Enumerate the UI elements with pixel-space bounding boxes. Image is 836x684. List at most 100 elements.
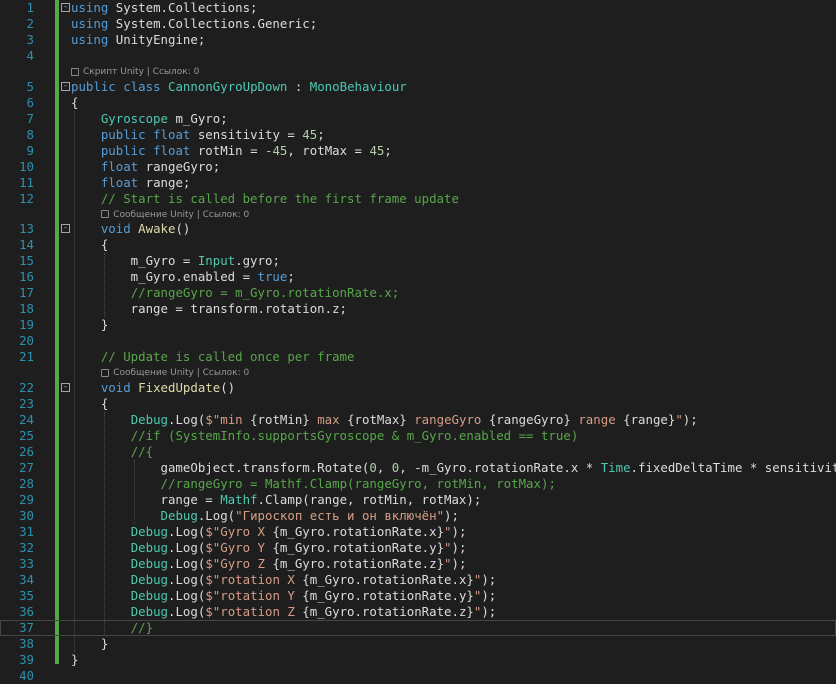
- code-line[interactable]: 11 float range;: [0, 175, 836, 191]
- codelens-hint[interactable]: Скрипт Unity | Ссылок: 0: [71, 65, 199, 79]
- code-text: }: [71, 652, 78, 668]
- code-token: {m_Gyro.rotationRate.x}: [272, 523, 445, 539]
- code-line[interactable]: 15 m_Gyro = Input.gyro;: [0, 253, 836, 269]
- code-line[interactable]: 4: [0, 48, 836, 64]
- code-token: using: [71, 32, 109, 47]
- code-token: Gyroscope: [100, 110, 168, 126]
- code-line[interactable]: 9 public float rotMin = -45, rotMax = 45…: [0, 143, 836, 159]
- code-token: sensitivity =: [190, 126, 303, 142]
- fold-toggle-icon[interactable]: -: [61, 224, 70, 233]
- code-line[interactable]: 37 //}: [0, 619, 836, 636]
- fold-toggle-icon[interactable]: -: [61, 382, 70, 392]
- code-line[interactable]: 39}: [0, 652, 836, 668]
- code-line[interactable]: 27 gameObject.transform.Rotate(0, 0, -m_…: [0, 460, 836, 476]
- code-token: Debug: [130, 587, 168, 603]
- code-token: {range}: [623, 411, 676, 427]
- code-line[interactable]: 3 using UnityEngine;: [0, 32, 836, 48]
- code-line[interactable]: 20: [0, 333, 836, 349]
- code-token: float: [100, 174, 139, 190]
- code-line[interactable]: 12 // Start is called before the first f…: [0, 191, 836, 207]
- fold-toggle-icon[interactable]: -: [61, 3, 70, 12]
- code-line[interactable]: 7 Gyroscope m_Gyro;: [0, 111, 836, 127]
- code-text: Debug.Log($"rotation Z {m_Gyro.rotationR…: [71, 603, 497, 620]
- code-token: void: [100, 221, 131, 236]
- code-line[interactable]: 16 m_Gyro.enabled = true;: [0, 269, 836, 285]
- code-token: .Log(: [197, 507, 236, 523]
- code-token: Debug: [130, 523, 168, 539]
- code-line[interactable]: 24 Debug.Log($"min {rotMin} max {rotMax}…: [0, 412, 836, 428]
- code-line[interactable]: 31 Debug.Log($"Gyro X {m_Gyro.rotationRa…: [0, 524, 836, 540]
- code-line[interactable]: 17 //rangeGyro = m_Gyro.rotationRate.x;: [0, 285, 836, 301]
- code-line[interactable]: 13 - void Awake(): [0, 221, 836, 237]
- code-token: Awake: [138, 221, 176, 236]
- code-line[interactable]: 8 public float sensitivity = 45;: [0, 127, 836, 143]
- codelens-text: Скрипт Unity | Ссылок: 0: [83, 67, 200, 77]
- indent-guide: [134, 459, 136, 524]
- code-editor[interactable]: 1- using System.Collections; 2 using System…: [0, 0, 836, 683]
- code-line[interactable]: 34 Debug.Log($"rotation X {m_Gyro.rotati…: [0, 572, 836, 588]
- code-token: rangeGyro: [406, 411, 489, 427]
- code-line[interactable]: 32 Debug.Log($"Gyro Y {m_Gyro.rotationRa…: [0, 540, 836, 556]
- code-text: float range;: [71, 174, 191, 191]
- code-token: $"rotation Z: [205, 603, 303, 619]
- code-line[interactable]: 18 range = transform.rotation.z;: [0, 301, 836, 317]
- code-line[interactable]: 26 //{: [0, 444, 836, 460]
- code-line[interactable]: 2 using System.Collections.Generic;: [0, 16, 836, 32]
- code-token: $"Gyro X: [205, 523, 273, 539]
- code-token: );: [451, 539, 467, 555]
- code-token: (): [220, 379, 236, 395]
- code-line[interactable]: 22 - void FixedUpdate(): [0, 380, 836, 396]
- code-line[interactable]: 1 - using System.Collections;: [0, 0, 836, 16]
- line-number: 4: [26, 48, 34, 63]
- code-token: {m_Gyro.rotationRate.y}: [302, 587, 474, 603]
- code-line[interactable]: 6{: [0, 95, 836, 111]
- line-number: 11: [19, 174, 34, 190]
- codelens-hint[interactable]: Сообщение Unity | Ссылок: 0: [101, 366, 249, 380]
- code-text: Debug.Log($"rotation Y {m_Gyro.rotationR…: [71, 587, 497, 604]
- code-token: -45: [265, 142, 288, 158]
- code-line[interactable]: 19 }: [0, 317, 836, 333]
- code-token: Debug: [160, 507, 198, 523]
- code-line[interactable]: 21 // Update is called once per frame: [0, 349, 836, 365]
- code-line[interactable]: 35 Debug.Log($"rotation Y {m_Gyro.rotati…: [0, 588, 836, 604]
- code-line[interactable]: 29 range = Mathf.Clamp(range, rotMin, ro…: [0, 492, 836, 508]
- code-line[interactable]: 33 Debug.Log($"Gyro Z {m_Gyro.rotationRa…: [0, 556, 836, 572]
- code-token: ": [444, 523, 452, 539]
- code-line[interactable]: 14 {: [0, 237, 836, 253]
- code-line[interactable]: 28 //rangeGyro = Mathf.Clamp(rangeGyro, …: [0, 476, 836, 492]
- line-number: 22: [19, 379, 34, 395]
- code-token: m_Gyro;: [167, 110, 228, 126]
- code-text: }: [71, 636, 108, 652]
- codelens-hint[interactable]: Сообщение Unity | Ссылок: 0: [101, 208, 249, 222]
- indent-guide: [104, 411, 106, 636]
- code-text: //rangeGyro = Mathf.Clamp(rangeGyro, rot…: [71, 476, 556, 492]
- code-token: Debug: [130, 555, 168, 571]
- fold-toggle-icon[interactable]: -: [61, 81, 70, 91]
- code-line[interactable]: 36 Debug.Log($"rotation Z {m_Gyro.rotati…: [0, 604, 836, 620]
- code-line[interactable]: 38 }: [0, 636, 836, 652]
- code-token: Input: [197, 253, 236, 268]
- code-token: , -m_Gyro.rotationRate.x *: [399, 459, 601, 475]
- code-token: true: [257, 269, 288, 284]
- code-token: $"rotation Y: [205, 587, 303, 603]
- code-line[interactable]: 30 Debug.Log("Гироскоп есть и он включён…: [0, 508, 836, 524]
- code-token: {m_Gyro.rotationRate.x}: [302, 571, 474, 587]
- line-number: 1: [26, 0, 34, 15]
- code-token: ,: [376, 459, 392, 475]
- code-line[interactable]: 25 //if (SystemInfo.supportsGyroscope & …: [0, 428, 836, 444]
- line-number: 8: [26, 126, 34, 142]
- code-token: ": [675, 411, 683, 427]
- line-number: 29: [19, 491, 34, 507]
- code-line[interactable]: 10 float rangeGyro;: [0, 159, 836, 175]
- code-token: .fixedDeltaTime * sensitivity);: [630, 459, 836, 475]
- code-line[interactable]: 23 {: [0, 396, 836, 412]
- code-token: Time: [600, 459, 631, 475]
- code-line[interactable]: 5 - public class CannonGyroUpDown : MonoBe…: [0, 79, 836, 95]
